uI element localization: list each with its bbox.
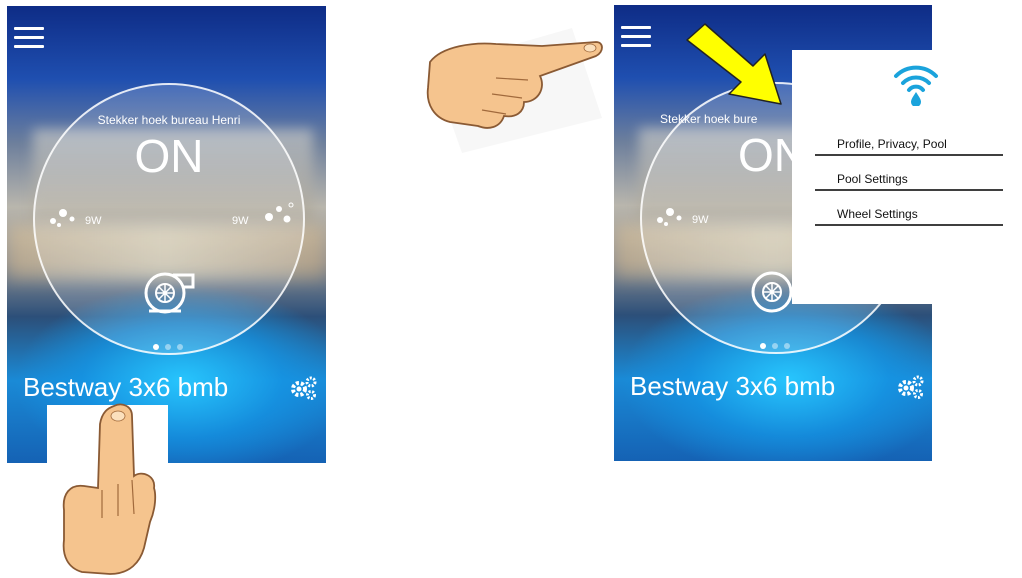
gears-icon[interactable] (289, 374, 317, 402)
page-indicator (153, 337, 189, 355)
gears-icon[interactable] (896, 373, 924, 401)
page-indicator (760, 336, 796, 354)
watts-left: 9W (692, 214, 709, 226)
menu-item-wheel-settings[interactable]: Wheel Settings (815, 202, 1003, 226)
menu-icon[interactable] (14, 27, 44, 51)
pump-icon[interactable] (139, 263, 199, 315)
arrow-icon (686, 23, 782, 105)
menu-icon[interactable] (621, 26, 651, 50)
bubbles-icon (265, 202, 294, 223)
watts-right: 9W (232, 215, 249, 227)
device-label: Stekker hoek bureau Henri (97, 113, 241, 127)
pointing-hand-icon (62, 403, 157, 575)
menu-item-pool-settings[interactable]: Pool Settings (815, 167, 1003, 191)
wifi-drop-icon (894, 65, 938, 106)
bubbles-icon (50, 209, 75, 227)
menu-item-profile-privacy-pool[interactable]: Profile, Privacy, Pool (815, 132, 1003, 156)
bubbles-icon (657, 208, 682, 226)
left-app-screen: Stekker hoek bureau Henri ON 9W 9W Bestw… (7, 6, 326, 463)
pool-name: Bestway 3x6 bmb (630, 371, 836, 401)
power-state-toggle[interactable]: ON (35, 129, 303, 183)
watts-left: 9W (85, 215, 102, 227)
device-control-circle[interactable]: Stekker hoek bureau Henri ON 9W 9W (33, 83, 305, 355)
pointing-hand-icon (426, 28, 603, 153)
